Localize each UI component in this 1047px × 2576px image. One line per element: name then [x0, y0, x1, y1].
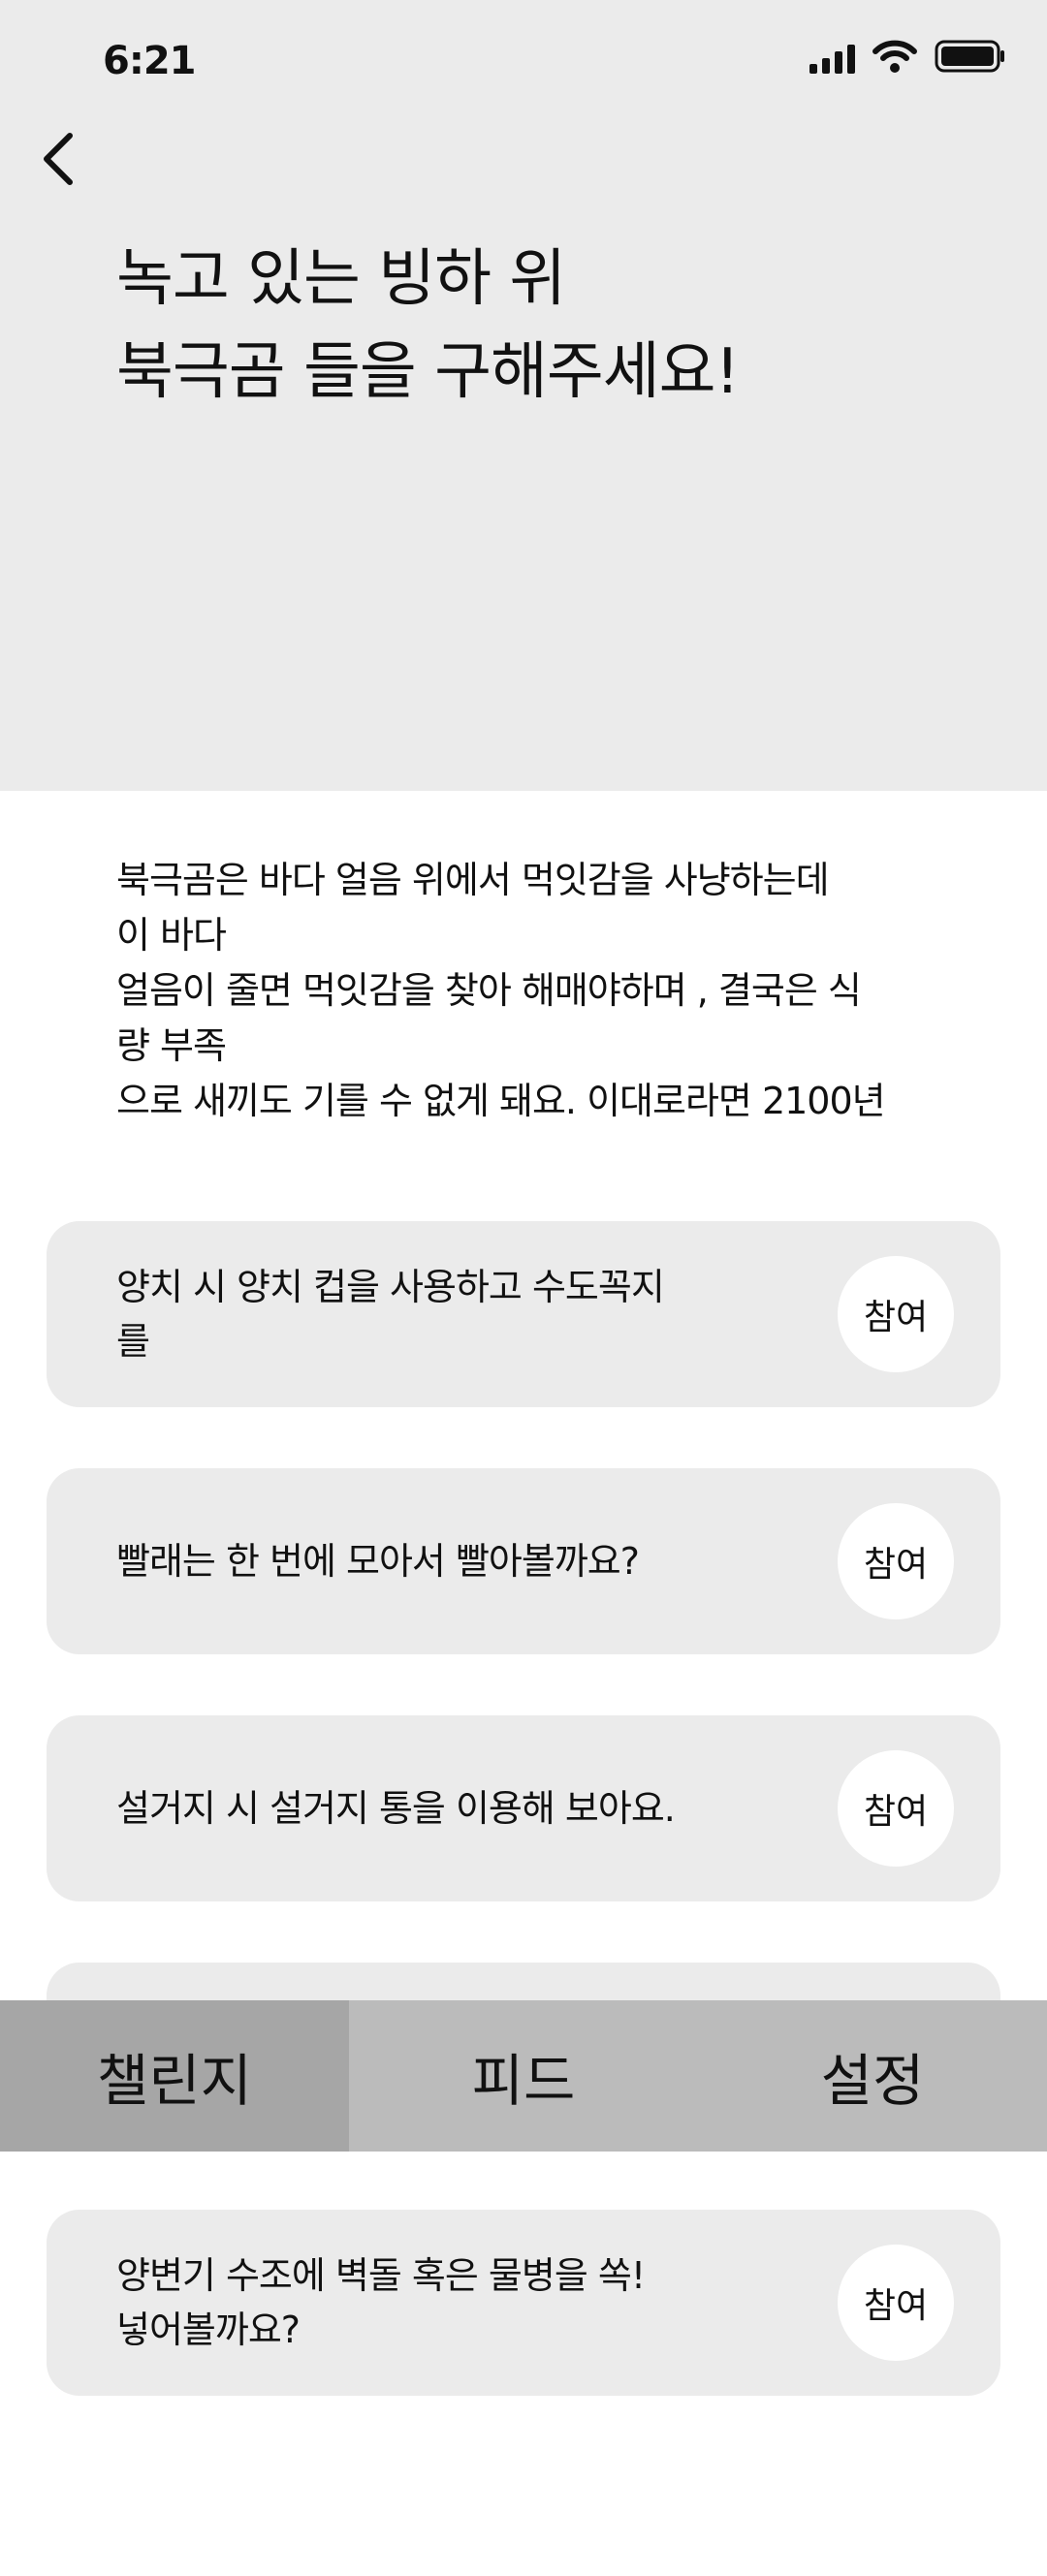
page-title-line: 녹고 있는 빙하 위 [116, 243, 566, 315]
join-button[interactable]: 참여 [838, 1750, 954, 1867]
challenge-text-line: 양치 시 양치 컵을 사용하고 수도꼭지 [116, 1266, 665, 1308]
tab-settings[interactable]: 설정 [698, 2000, 1047, 2152]
wifi-icon [872, 40, 917, 77]
challenge-text: 빨래는 한 번에 모아서 빨아볼까요? [116, 1534, 795, 1588]
tab-challenge[interactable]: 챌린지 [0, 2000, 349, 2152]
description-line: 북극곰은 바다 얼음 위에서 먹잇감을 사냥하는데 [116, 859, 830, 901]
challenge-text: 양변기 수조에 벽돌 혹은 물병을 쏙! 넣어볼까요? [116, 2248, 795, 2357]
description-line: 으로 새끼도 기를 수 없게 돼요. 이대로라면 2100년 [116, 1080, 886, 1122]
challenge-text-line: 빨래는 한 번에 모아서 빨아볼까요? [116, 1540, 640, 1583]
join-button[interactable]: 참여 [838, 1503, 954, 1619]
hero-banner: 6:21 녹고 있는 빙하 위 북극곰 들을 구해주세요! [0, 0, 1047, 791]
description-line: 량 부족 [116, 1024, 227, 1067]
campaign-description: 북극곰은 바다 얼음 위에서 먹잇감을 사냥하는데 이 바다 얼음이 줄면 먹잇… [116, 853, 989, 1129]
challenge-card: 양변기 수조에 벽돌 혹은 물병을 쏙! 넣어볼까요? 참여 [47, 2210, 1000, 2396]
status-icons [809, 39, 1006, 78]
join-button[interactable]: 참여 [838, 2245, 954, 2361]
challenge-text-line: 를 [116, 1320, 150, 1363]
chevron-left-icon [44, 133, 73, 185]
challenge-text-line: 설거지 시 설거지 통을 이용해 보아요. [116, 1787, 676, 1830]
status-time: 6:21 [103, 39, 196, 83]
challenge-text-line: 양변기 수조에 벽돌 혹은 물병을 쏙! [116, 2254, 646, 2297]
challenge-card: 양치 시 양치 컵을 사용하고 수도꼭지 를 참여 [47, 1221, 1000, 1407]
challenge-text: 설거지 시 설거지 통을 이용해 보아요. [116, 1781, 795, 1836]
join-button[interactable]: 참여 [838, 1256, 954, 1372]
cellular-signal-icon [809, 43, 855, 74]
description-line: 이 바다 [116, 914, 227, 957]
tab-feed[interactable]: 피드 [349, 2000, 698, 2152]
battery-icon [935, 39, 1006, 78]
back-button[interactable] [37, 130, 83, 188]
challenge-card: 빨래는 한 번에 모아서 빨아볼까요? 참여 [47, 1468, 1000, 1654]
description-line: 얼음이 줄면 먹잇감을 찾아 해매야하며 , 결국은 식 [116, 969, 862, 1012]
challenge-text: 양치 시 양치 컵을 사용하고 수도꼭지 를 [116, 1260, 795, 1368]
challenge-card: 설거지 시 설거지 통을 이용해 보아요. 참여 [47, 1715, 1000, 1901]
bottom-tab-bar: 챌린지 피드 설정 [0, 2000, 1047, 2152]
page-title-line: 북극곰 들을 구해주세요! [116, 336, 740, 408]
page-title: 녹고 있는 빙하 위 북극곰 들을 구해주세요! [116, 233, 969, 419]
challenge-text-line: 넣어볼까요? [116, 2309, 301, 2351]
